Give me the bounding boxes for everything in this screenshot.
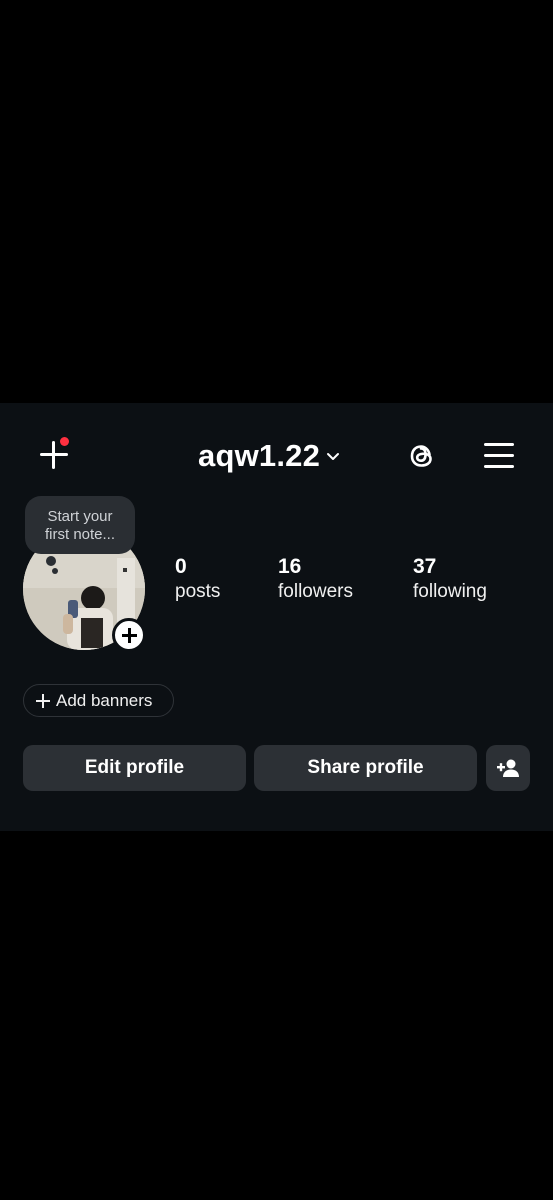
stat-followers[interactable]: 16 followers <box>278 555 353 605</box>
posts-count: 0 <box>175 555 187 578</box>
note-bubble-tail <box>46 556 56 566</box>
note-line-1: Start your <box>47 508 113 525</box>
hamburger-menu-icon[interactable] <box>484 443 514 469</box>
note-bubble-tail-small <box>52 568 58 574</box>
note-bubble[interactable]: Start your first note... <box>25 496 135 554</box>
threads-icon[interactable] <box>404 438 440 474</box>
discover-people-button[interactable] <box>486 745 530 791</box>
chevron-down-icon <box>327 453 340 460</box>
note-line-2: first note... <box>44 526 116 543</box>
share-profile-button[interactable]: Share profile <box>254 745 477 791</box>
notification-dot-icon <box>60 437 69 446</box>
add-banners-button[interactable]: Add banners <box>23 684 174 717</box>
username: aqw1.22 <box>198 438 321 473</box>
stat-posts[interactable]: 0 posts <box>175 555 220 605</box>
followers-count: 16 <box>278 555 302 578</box>
add-person-icon <box>497 759 519 777</box>
create-plus-icon[interactable] <box>36 437 72 473</box>
edit-profile-label: Edit profile <box>84 757 185 778</box>
add-story-plus-icon[interactable] <box>112 618 146 652</box>
following-label: following <box>413 581 487 602</box>
share-profile-label: Share profile <box>307 757 424 778</box>
posts-label: posts <box>175 581 221 602</box>
edit-profile-button[interactable]: Edit profile <box>23 745 246 791</box>
account-switcher[interactable]: aqw1.22 <box>198 436 340 476</box>
plus-icon <box>36 693 50 708</box>
followers-label: followers <box>278 581 353 602</box>
stat-following[interactable]: 37 following <box>413 555 487 605</box>
add-banners-label: Add banners <box>56 690 153 710</box>
following-count: 37 <box>413 555 437 578</box>
